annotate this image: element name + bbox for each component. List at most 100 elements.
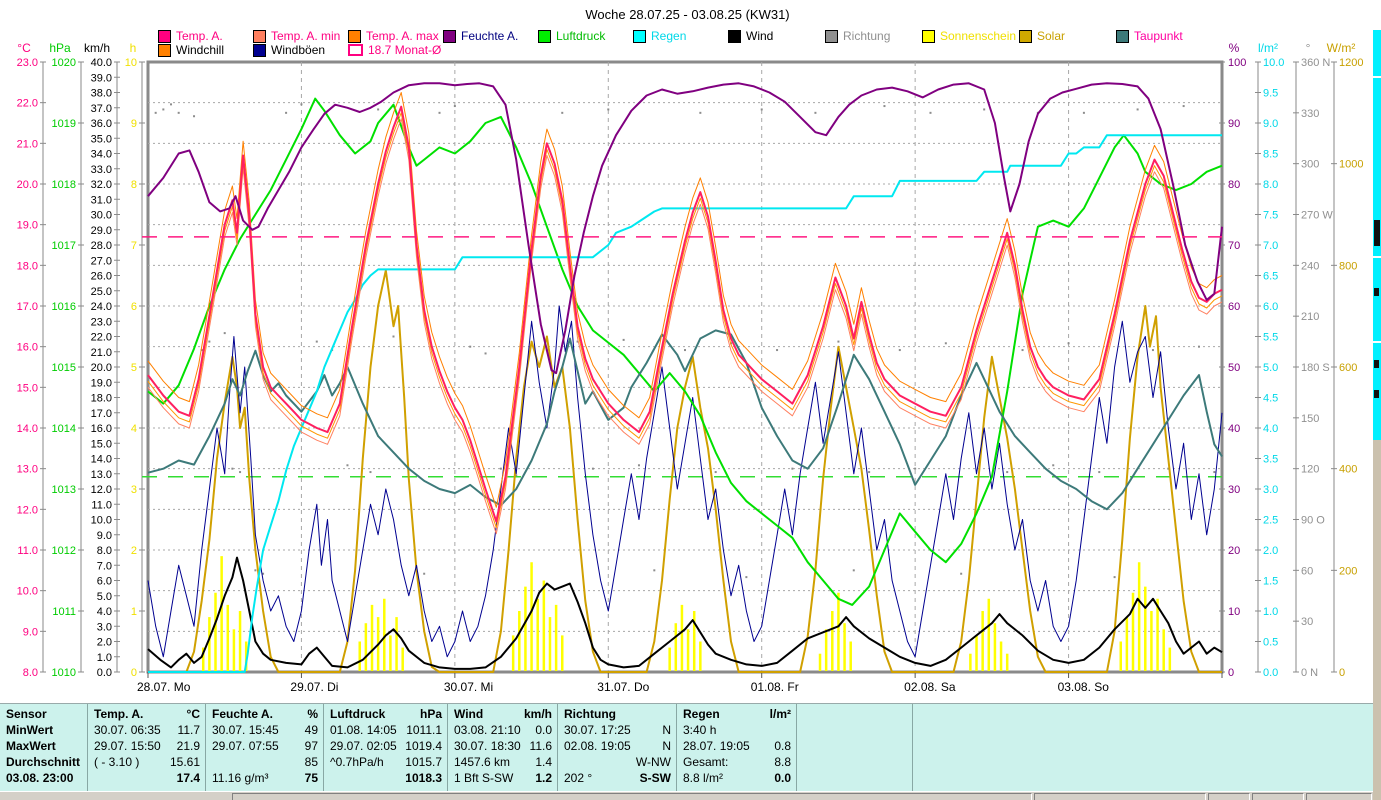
table-col-header: Regen l/m² <box>683 707 791 721</box>
axis-label-lm2: 5.0 <box>1263 362 1278 374</box>
axis-label-deg: 120 <box>1301 464 1319 476</box>
series-richtung-dot <box>960 572 963 575</box>
axis-unit-hpa: hPa <box>49 41 71 55</box>
axis-label-deg: 0 N <box>1301 667 1318 679</box>
axis-label-temp: 9.0 <box>23 626 38 638</box>
axis-label-kmh: 29.0 <box>91 225 112 237</box>
table-cell-row: 29.07. 07:55 97 <box>212 739 318 753</box>
series-windchill <box>147 112 1223 529</box>
table-col-feuchte-a-: Feuchte A.% 30.07. 15:45 49 29.07. 07:55 97 8… <box>206 704 324 791</box>
axis-label-wm2: 1200 <box>1339 57 1363 69</box>
series-richtung-dot <box>776 349 779 352</box>
series-solar <box>148 269 1222 673</box>
axis-label-temp: 10.0 <box>17 586 38 598</box>
axis-label-kmh: 34.0 <box>91 149 112 161</box>
series-richtung-dot <box>983 108 986 111</box>
axis-label-hpa: 1018 <box>52 179 76 191</box>
axis-label-lm2: 10.0 <box>1263 57 1284 69</box>
axis-label-h: 8 <box>131 179 137 191</box>
axis-label-wm2: 600 <box>1339 362 1357 374</box>
series-richtung-dot <box>714 471 717 474</box>
table-col-header: Feuchte A.% <box>212 707 318 721</box>
axis-label-temp: 13.0 <box>17 464 38 476</box>
series-richtung-dot <box>699 111 702 114</box>
axis-label-hpa: 1015 <box>52 362 76 374</box>
series-richtung-dot <box>499 467 502 470</box>
series-richtung-dot <box>561 111 564 114</box>
axis-label-lm2: 7.0 <box>1263 240 1278 252</box>
axis-label-kmh: 35.0 <box>91 133 112 145</box>
series-richtung-dot <box>914 467 917 470</box>
weather-chart[interactable]: 23.022.021.020.019.018.017.016.015.014.0… <box>0 0 1381 800</box>
axis-label-kmh: 33.0 <box>91 164 112 176</box>
axis-label-h: 6 <box>131 301 137 313</box>
series-richtung-dot <box>346 464 349 467</box>
axis-label-lm2: 9.0 <box>1263 118 1278 130</box>
axis-label-lm2: 9.5 <box>1263 88 1278 100</box>
axis-label-lm2: 1.5 <box>1263 576 1278 588</box>
axis-label-hpa: 1014 <box>52 423 76 435</box>
axis-label-temp: 21.0 <box>17 138 38 150</box>
series-wind <box>147 556 1223 670</box>
axis-label-pct: 60 <box>1228 301 1240 313</box>
weather-app-window: Woche 28.07.25 - 03.08.25 (KW31) Temp. A… <box>0 0 1381 800</box>
table-cell-row: 85 <box>304 755 318 769</box>
axis-label-kmh: 9.0 <box>97 530 112 542</box>
statistics-table: Sensor MinWert MaxWert Durchschnitt 03.08. 2… <box>0 703 1375 793</box>
status-bar <box>0 791 1375 800</box>
axis-label-kmh: 19.0 <box>91 377 112 389</box>
axis-label-pct: 90 <box>1228 118 1240 130</box>
axis-label-temp: 19.0 <box>17 220 38 232</box>
axis-label-pct: 20 <box>1228 545 1240 557</box>
table-cell-row: 28.07. 19:05 0.8 <box>683 739 791 753</box>
table-row-label: 03.08. 23:00 <box>6 771 74 785</box>
series-richtung-dot <box>760 108 763 111</box>
axis-label-kmh: 20.0 <box>91 362 112 374</box>
axis-label-pct: 0 <box>1228 667 1234 679</box>
axis-label-h: 5 <box>131 362 137 374</box>
series-richtung-dot <box>868 471 871 474</box>
table-cell-row: 03.08. 21:10 0.0 <box>454 723 552 737</box>
status-bar-segment <box>1208 793 1250 800</box>
axis-label-lm2: 8.0 <box>1263 179 1278 191</box>
series-richtung-dot <box>1052 464 1055 467</box>
axis-label-lm2: 4.5 <box>1263 393 1278 405</box>
axis-label-h: 7 <box>131 240 137 252</box>
series-richtung-dot <box>453 105 456 108</box>
axis-unit-deg: ° <box>1306 41 1311 55</box>
axis-label-lm2: 6.5 <box>1263 271 1278 283</box>
series-taupunkt <box>147 329 1223 511</box>
x-day-label: 28.07. Mo <box>137 680 191 694</box>
series-richtung-dot <box>193 115 196 118</box>
series-richtung-dot <box>684 349 686 352</box>
x-day-label: 01.08. Fr <box>751 680 799 694</box>
axis-label-kmh: 16.0 <box>91 423 112 435</box>
axis-label-temp: 11.0 <box>17 545 38 557</box>
series-richtung-dot <box>392 335 395 338</box>
table-cell-row: 3:40 h <box>683 723 717 737</box>
table-cell-row: 30.07. 18:30 11.6 <box>454 739 552 753</box>
axis-label-kmh: 22.0 <box>91 332 112 344</box>
axis-label-temp: 17.0 <box>17 301 38 313</box>
status-bar-segment <box>1034 793 1206 800</box>
series-richtung-dot <box>377 108 380 111</box>
axis-label-hpa: 1017 <box>52 240 76 252</box>
axis-label-kmh: 40.0 <box>91 57 112 69</box>
axis-label-h: 2 <box>131 545 137 557</box>
axis-label-temp: 22.0 <box>17 98 38 110</box>
axis-label-kmh: 0.0 <box>97 667 112 679</box>
table-cell-row: 30.07. 17:25 N <box>564 723 671 737</box>
axis-label-h: 0 <box>131 667 137 679</box>
axis-label-kmh: 31.0 <box>91 194 112 206</box>
series-richtung-dot <box>177 111 180 114</box>
axis-label-temp: 20.0 <box>17 179 38 191</box>
desktop-background-sliver <box>1373 440 1381 800</box>
axis-label-kmh: 26.0 <box>91 271 112 283</box>
axis-label-hpa: 1013 <box>52 484 76 496</box>
series-richtung-dot <box>898 349 901 352</box>
axis-label-hpa: 1010 <box>52 667 76 679</box>
axis-label-pct: 80 <box>1228 179 1240 191</box>
axis-label-lm2: 0.5 <box>1263 637 1278 649</box>
axis-label-pct: 10 <box>1228 606 1240 618</box>
x-day-label: 29.07. Di <box>290 680 338 694</box>
